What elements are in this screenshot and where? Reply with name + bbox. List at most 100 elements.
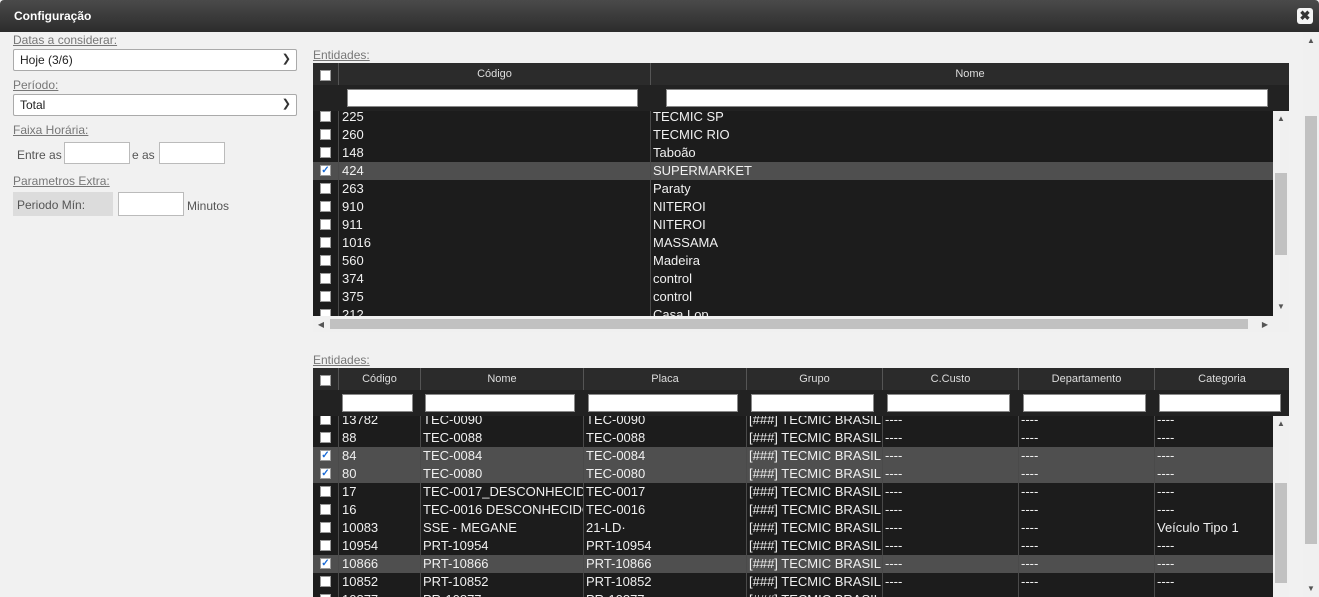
scrollbar-thumb[interactable]: [1275, 173, 1287, 255]
vertical-scrollbar[interactable]: ▲ ▼: [1273, 111, 1289, 316]
window-title: Configuração: [14, 9, 92, 23]
filter-input-nome[interactable]: [666, 89, 1268, 107]
row-checkbox[interactable]: [320, 111, 331, 122]
column-header-nome[interactable]: Nome: [650, 63, 1289, 85]
filter-input-codigo[interactable]: [342, 394, 413, 412]
table-row[interactable]: ✓ 80 TEC-0080 TEC-0080 [###] TECMIC BRASIL --…: [313, 465, 1273, 483]
table-row[interactable]: 910 NITEROI: [313, 198, 1273, 216]
table-row[interactable]: ✓ 10866 PRT-10866 PRT-10866 [###] TECMIC BRA…: [313, 555, 1273, 573]
scroll-up-icon[interactable]: ▲: [1303, 36, 1319, 45]
column-header-ccusto[interactable]: C.Custo: [882, 368, 1018, 390]
table-row[interactable]: 263 Paraty: [313, 180, 1273, 198]
row-checkbox[interactable]: [320, 219, 331, 230]
table-row[interactable]: 260 TECMIC RIO: [313, 126, 1273, 144]
datas-select[interactable]: Hoje (3/6) ❯: [13, 49, 297, 71]
table-row[interactable]: 13782 TEC-0090 TEC-0090 [###] TECMIC BRASIL…: [313, 416, 1273, 429]
table-row[interactable]: 225 TECMIC SP: [313, 111, 1273, 126]
table-row[interactable]: ✓ 424 SUPERMARKET: [313, 162, 1273, 180]
hora-fim-input[interactable]: [159, 142, 225, 164]
row-checkbox[interactable]: ✓: [320, 468, 331, 479]
table-row[interactable]: 148 Taboão: [313, 144, 1273, 162]
cell-grupo: [###] TECMIC BRASIL: [749, 556, 881, 571]
row-checkbox[interactable]: [320, 504, 331, 515]
table-row[interactable]: 911 NITEROI: [313, 216, 1273, 234]
table-row[interactable]: 88 TEC-0088 TEC-0088 [###] TECMIC BRASIL ---…: [313, 429, 1273, 447]
cell-ccusto: ----: [885, 448, 903, 463]
column-header-departamento[interactable]: Departamento: [1018, 368, 1154, 390]
row-checkbox[interactable]: ✓: [320, 450, 331, 461]
periodo-select[interactable]: Total ❯: [13, 94, 297, 116]
row-checkbox[interactable]: [320, 237, 331, 248]
scroll-up-icon[interactable]: ▲: [1273, 114, 1289, 123]
row-checkbox[interactable]: [320, 486, 331, 497]
table-row[interactable]: 212 Casa Lop: [313, 306, 1273, 316]
row-checkbox[interactable]: [320, 540, 331, 551]
column-header-categoria[interactable]: Categoria: [1154, 368, 1289, 390]
cell-departamento: ----: [1021, 430, 1039, 445]
scroll-left-icon[interactable]: ◀: [317, 320, 325, 329]
filter-input-placa[interactable]: [588, 394, 738, 412]
scroll-up-icon[interactable]: ▲: [1273, 419, 1289, 428]
table-row[interactable]: 16 TEC-0016 DESCONHECIDO TEC-0016 [###] TEC…: [313, 501, 1273, 519]
table-row[interactable]: 560 Madeira: [313, 252, 1273, 270]
cell-categoria: ----: [1157, 556, 1175, 571]
row-checkbox[interactable]: [320, 201, 331, 212]
cell-nome: PRT-10954: [423, 538, 489, 553]
row-checkbox[interactable]: [320, 183, 331, 194]
column-header-grupo[interactable]: Grupo: [746, 368, 882, 390]
scrollbar-thumb[interactable]: [330, 319, 1248, 329]
scrollbar-thumb[interactable]: [1275, 483, 1287, 583]
filter-input-ccusto[interactable]: [887, 394, 1010, 412]
column-header-codigo[interactable]: Código: [338, 63, 650, 85]
cell-nome: TEC-0090: [423, 416, 483, 427]
row-checkbox[interactable]: [320, 309, 331, 316]
horizontal-scrollbar[interactable]: ◀ ▶: [313, 316, 1289, 332]
row-checkbox[interactable]: [320, 432, 331, 443]
filter-input-nome[interactable]: [425, 394, 575, 412]
column-header-nome[interactable]: Nome: [420, 368, 583, 390]
hora-inicio-input[interactable]: [64, 142, 130, 164]
vertical-scrollbar[interactable]: ▲: [1273, 416, 1289, 597]
row-checkbox[interactable]: ✓: [320, 558, 331, 569]
scroll-right-icon[interactable]: ▶: [1261, 320, 1269, 329]
table-row[interactable]: 10083 SSE - MEGANE 21-LD· [###] TECMIC BRAS…: [313, 519, 1273, 537]
page-scrollbar[interactable]: ▲ ▼: [1303, 32, 1319, 597]
row-checkbox[interactable]: [320, 273, 331, 284]
row-checkbox[interactable]: [320, 576, 331, 587]
table-row[interactable]: ✓ 84 TEC-0084 TEC-0084 [###] TECMIC BRASIL --…: [313, 447, 1273, 465]
filter-input-codigo[interactable]: [347, 89, 638, 107]
scrollbar-thumb[interactable]: [1305, 116, 1317, 544]
periodo-min-input[interactable]: [118, 192, 184, 216]
cell-nome: Casa Lop: [653, 307, 709, 316]
cell-codigo: 10852: [342, 574, 379, 589]
column-header-placa[interactable]: Placa: [583, 368, 746, 390]
row-checkbox[interactable]: [320, 147, 331, 158]
row-checkbox[interactable]: ✓: [320, 165, 331, 176]
scroll-down-icon[interactable]: ▼: [1273, 302, 1289, 311]
select-all-checkbox[interactable]: [320, 70, 331, 81]
scroll-down-icon[interactable]: ▼: [1303, 584, 1319, 593]
row-checkbox[interactable]: [320, 416, 331, 425]
filter-input-departamento[interactable]: [1023, 394, 1146, 412]
column-divider: [338, 416, 339, 597]
select-all-checkbox[interactable]: [320, 375, 331, 386]
column-header-codigo[interactable]: Código: [338, 368, 420, 390]
cell-nome: SSE - MEGANE: [423, 520, 517, 535]
grid2-label: Entidades:: [313, 353, 370, 367]
close-icon[interactable]: ✖: [1297, 8, 1313, 24]
row-checkbox[interactable]: [320, 291, 331, 302]
table-row[interactable]: 10954 PRT-10954 PRT-10954 [###] TECMIC BRAS…: [313, 537, 1273, 555]
table-row[interactable]: 374 control: [313, 270, 1273, 288]
row-checkbox[interactable]: [320, 522, 331, 533]
table-row[interactable]: 10877PR-10877PR-10877[###] TECMIC BRASIL: [313, 591, 1273, 597]
table-row[interactable]: 10852 PRT-10852 PRT-10852 [###] TECMIC BRAS…: [313, 573, 1273, 591]
row-checkbox[interactable]: [320, 129, 331, 140]
filter-input-grupo[interactable]: [751, 394, 874, 412]
filter-input-categoria[interactable]: [1159, 394, 1281, 412]
cell-grupo: [###] TECMIC BRASIL: [749, 430, 881, 445]
table-row[interactable]: 17 TEC-0017_DESCONHECIDO TEC-0017 [###] TEC…: [313, 483, 1273, 501]
row-checkbox[interactable]: [320, 255, 331, 266]
grid-filter-row: [313, 85, 1289, 111]
table-row[interactable]: 1016 MASSAMA: [313, 234, 1273, 252]
table-row[interactable]: 375 control: [313, 288, 1273, 306]
